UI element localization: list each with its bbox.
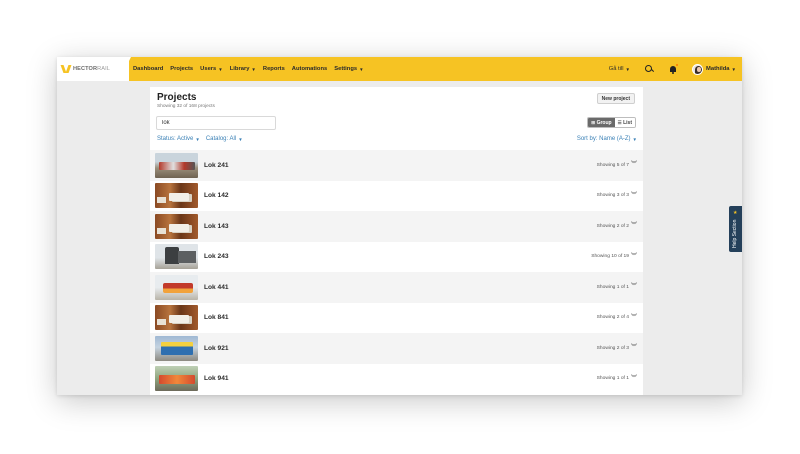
sort-dropdown[interactable]: Sort by: Name (A-Z) ▼ [577,136,637,142]
logo-divider [119,57,131,81]
view-toggle: ⊞ Group ☰ List [587,117,636,128]
project-row[interactable]: Lok 243 Showing 10 of 19 ︾ [150,242,643,273]
status-filter[interactable]: Status: Active ▼ [157,136,200,142]
caret-down-icon: ▼ [251,66,256,72]
project-thumbnail [155,335,198,361]
page-title: Projects [157,92,197,103]
project-count: Showing 1 of 1 [596,376,629,382]
project-thumbnail [155,366,198,392]
notification-badge [675,63,680,67]
project-row[interactable]: Lok 241 Showing 5 of 7 ︾ [150,150,643,181]
logo-mark-icon [62,65,71,73]
catalog-filter[interactable]: Catalog: All ▼ [206,136,243,142]
nav-settings[interactable]: Settings ▼ [334,66,363,72]
project-thumbnail [155,244,198,270]
project-name[interactable]: Lok 142 [204,192,229,199]
project-thumbnail [155,274,198,300]
group-view-button[interactable]: ⊞ Group [588,118,615,127]
user-menu[interactable]: Mathilda ▼ [706,66,736,72]
expand-chevron-icon[interactable]: ︾ [631,193,637,199]
goto-dropdown[interactable]: Gå till ▼ [609,66,630,72]
nav-library[interactable]: Library ▼ [230,66,256,72]
project-count: Showing 3 of 3 [596,193,629,199]
filter-bar: Status: Active ▼ Catalog: All ▼ [157,136,249,142]
project-name[interactable]: Lok 143 [204,223,229,230]
project-count: Showing 10 of 19 [591,254,629,260]
expand-chevron-icon[interactable]: ︾ [631,284,637,290]
project-count: Showing 1 of 1 [596,284,629,290]
project-list: Lok 241 Showing 5 of 7 ︾ Lok 142 Showing… [150,150,643,394]
project-name[interactable]: Lok 241 [204,162,229,169]
project-thumbnail [155,213,198,239]
new-project-button[interactable]: New project [596,93,635,104]
caret-down-icon: ▼ [625,66,631,72]
project-thumbnail [155,152,198,178]
caret-down-icon: ▼ [632,136,637,142]
avatar[interactable] [692,63,704,75]
project-name[interactable]: Lok 243 [204,253,229,260]
project-row[interactable]: Lok 441 Showing 1 of 1 ︾ [150,272,643,303]
project-count: Showing 2 of 3 [596,345,629,351]
nav-automations[interactable]: Automations [292,66,327,72]
search-icon[interactable] [644,64,654,74]
navbar-actions: Gå till ▼ Mathilda ▼ [609,57,736,81]
caret-down-icon: ▼ [731,66,736,72]
project-thumbnail [155,183,198,209]
nav-reports[interactable]: Reports [263,66,285,72]
project-name[interactable]: Lok 841 [204,314,229,321]
search-input[interactable] [156,116,276,130]
logo-text: HECTORRAIL [73,66,110,72]
project-name[interactable]: Lok 941 [204,375,229,382]
nav-projects[interactable]: Projects [170,66,193,72]
help-section-label: Help Section [732,219,738,248]
project-row[interactable]: Lok 142 Showing 3 of 3 ︾ [150,181,643,212]
project-name[interactable]: Lok 921 [204,345,229,352]
caret-down-icon: ▼ [359,66,364,72]
expand-chevron-icon[interactable]: ︾ [631,162,637,168]
project-row[interactable]: Lok 841 Showing 2 of 4 ︾ [150,303,643,334]
project-row[interactable]: Lok 921 Showing 2 of 3 ︾ [150,333,643,364]
notification-bell-icon[interactable] [668,63,680,74]
expand-chevron-icon[interactable]: ︾ [631,315,637,321]
group-icon: ⊞ [591,119,596,125]
project-count: Showing 5 of 7 [596,162,629,168]
projects-panel: Projects Showing 32 of 168 projects New … [150,87,643,395]
top-navbar: HECTORRAIL Dashboard Projects Users ▼ Lib… [57,57,742,81]
expand-chevron-icon[interactable]: ︾ [631,376,637,382]
expand-chevron-icon[interactable]: ︾ [631,254,637,260]
project-row[interactable]: Lok 941 Showing 1 of 1 ︾ [150,364,643,395]
expand-chevron-icon[interactable]: ︾ [631,345,637,351]
list-icon: ☰ [617,119,622,125]
nav-users[interactable]: Users ▼ [200,66,223,72]
project-thumbnail [155,305,198,331]
project-row[interactable]: Lok 143 Showing 2 of 2 ︾ [150,211,643,242]
project-count: Showing 2 of 2 [596,223,629,229]
help-section-tab[interactable]: ★ Help Section [729,206,742,252]
expand-chevron-icon[interactable]: ︾ [631,223,637,229]
star-icon: ★ [733,210,738,216]
main-nav: Dashboard Projects Users ▼ Library ▼ Repor… [133,57,371,81]
project-name[interactable]: Lok 441 [204,284,229,291]
caret-down-icon: ▼ [218,66,223,72]
app-window: HECTORRAIL Dashboard Projects Users ▼ Lib… [57,57,742,395]
caret-down-icon: ▼ [238,136,243,142]
list-view-button[interactable]: ☰ List [614,118,635,127]
caret-down-icon: ▼ [195,136,200,142]
project-count: Showing 2 of 4 [596,315,629,321]
page-subtitle: Showing 32 of 168 projects [157,104,215,109]
nav-dashboard[interactable]: Dashboard [133,66,163,72]
